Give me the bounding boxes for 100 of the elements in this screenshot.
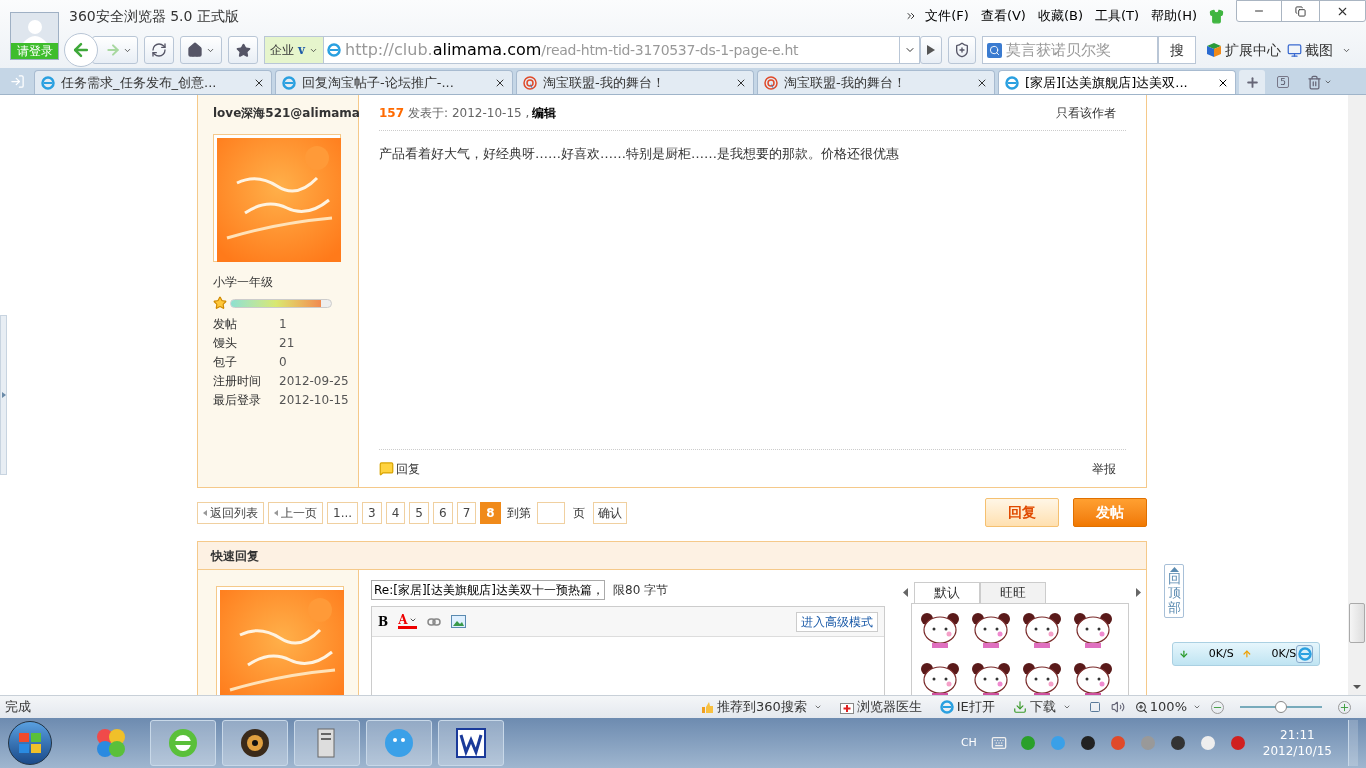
speaker-icon[interactable]	[1110, 700, 1125, 714]
status-button[interactable]: IE打开	[939, 697, 995, 717]
menu-item[interactable]: 收藏(B)	[1037, 6, 1083, 26]
panda-sticker-icon[interactable]	[1071, 610, 1115, 650]
page-button[interactable]: 4	[385, 501, 406, 524]
go-button[interactable]	[920, 36, 942, 64]
status-text: 完成	[5, 698, 31, 717]
new-tab-button[interactable]	[1239, 70, 1265, 94]
panda-sticker-icon[interactable]	[1020, 660, 1064, 695]
shirt-icon[interactable]	[1209, 8, 1224, 24]
image-icon[interactable]	[451, 615, 467, 628]
caret-icon	[1, 392, 6, 398]
emoticon-tab[interactable]: 默认	[914, 582, 980, 604]
reply-link[interactable]: 回复	[396, 459, 420, 478]
page-button[interactable]: 3	[362, 501, 382, 524]
window-icon[interactable]	[1088, 701, 1101, 713]
author-name[interactable]: love深海521@alimama	[213, 104, 358, 122]
back-to-top-button[interactable]: 回顶部	[1164, 564, 1184, 618]
search-icon[interactable]	[987, 42, 1002, 58]
restore-icon	[1295, 5, 1306, 17]
menu-item[interactable]: 查看(V)	[980, 6, 1026, 26]
taskbar-app-button[interactable]	[222, 720, 288, 766]
only-author-link[interactable]: 只看该作者	[1056, 103, 1116, 122]
panda-sticker-icon[interactable]	[969, 610, 1013, 650]
taskbar-app-button[interactable]	[438, 720, 504, 766]
ie-button[interactable]	[1296, 645, 1313, 663]
home-button[interactable]	[180, 36, 222, 64]
left-arrow-icon[interactable]	[903, 588, 908, 597]
target-icon	[764, 75, 778, 90]
status-button[interactable]: 浏览器医生	[839, 697, 922, 717]
cube-icon	[1206, 42, 1222, 58]
menu-item[interactable]: 工具(T)	[1095, 6, 1140, 26]
shield-icon	[954, 42, 970, 58]
favorites-button[interactable]	[228, 36, 258, 64]
panda-sticker-icon[interactable]	[918, 610, 962, 650]
first-aid-icon	[839, 700, 854, 714]
report-link[interactable]: 举报	[1092, 459, 1116, 478]
show-desktop-button[interactable]	[1348, 720, 1358, 766]
page-number-field[interactable]	[536, 501, 565, 524]
zoom-button[interactable]: 100%	[1134, 697, 1201, 717]
forward-button[interactable]	[92, 36, 138, 64]
caret-icon	[1193, 703, 1201, 711]
status-button[interactable]: 下载	[1012, 697, 1071, 717]
panda-sticker-icon[interactable]	[1020, 610, 1064, 650]
emoticon-tab[interactable]: 旺旺	[980, 582, 1046, 604]
screenshot-button[interactable]: 截图	[1287, 39, 1351, 61]
browser-tab[interactable]: 淘宝联盟-我的舞台！	[516, 70, 754, 94]
panda-sticker-icon[interactable]	[918, 660, 962, 695]
menu-item[interactable]: 文件(F)	[925, 6, 969, 26]
tray-icon[interactable]	[1168, 734, 1187, 752]
shield-button[interactable]	[948, 36, 976, 64]
page-button[interactable]: 7	[456, 501, 477, 524]
browser-tab[interactable]: 任务需求_任务发布_创意...	[34, 70, 272, 94]
bold-button[interactable]: B	[378, 612, 389, 631]
browser-tab[interactable]: [家居][达美旗舰店]达美双...	[998, 70, 1236, 94]
caret-down-icon[interactable]	[1353, 685, 1361, 689]
browser-tab[interactable]: 回复淘宝帖子-论坛推广-...	[275, 70, 513, 94]
nav-button[interactable]: 返回列表	[197, 501, 264, 524]
extensions-button[interactable]: 扩展中心	[1206, 39, 1281, 61]
back-button[interactable]	[64, 33, 98, 67]
search-field[interactable]: 莫言获诺贝尔奖	[982, 36, 1158, 64]
browser-tab[interactable]: 淘宝联盟-我的舞台！	[757, 70, 995, 94]
link-icon[interactable]	[427, 617, 442, 626]
speech-bubble-icon	[379, 461, 394, 476]
scrollbar[interactable]	[1348, 95, 1366, 695]
confirm-button[interactable]: 确认	[592, 501, 627, 524]
side-panel-handle[interactable]	[0, 315, 7, 475]
reply-button[interactable]: 回复	[985, 498, 1059, 527]
zoom-slider-thumb[interactable]	[1275, 701, 1287, 713]
panda-sticker-icon[interactable]	[1071, 660, 1115, 695]
advanced-mode-button[interactable]: 进入高级模式	[796, 611, 878, 632]
text-color-button[interactable]: A	[398, 614, 418, 629]
menu-item[interactable]: 帮助(H)	[1151, 6, 1197, 26]
ie-icon	[1297, 647, 1312, 661]
nav-button[interactable]: 上一页	[268, 501, 323, 524]
page-button[interactable]: 1...	[327, 501, 359, 524]
login-label: 请登录	[11, 43, 58, 59]
tab-list-button[interactable]: 5	[1268, 70, 1298, 94]
status-button[interactable]: 推荐到360搜索	[700, 697, 822, 717]
page-button[interactable]: 5	[409, 501, 429, 524]
upload-speed: 0K/S	[1271, 645, 1297, 662]
stat-value: 21	[279, 334, 295, 352]
stat-label: 注册时间	[213, 372, 262, 390]
chat-bubble-icon	[382, 726, 416, 760]
sidebar-toggle-icon[interactable]	[10, 73, 25, 89]
tray-icon[interactable]	[1078, 734, 1097, 752]
refresh-button[interactable]	[144, 36, 174, 64]
keyboard-icon[interactable]	[990, 735, 1007, 751]
start-button[interactable]	[8, 721, 52, 765]
download-icon	[1012, 700, 1027, 714]
page-icon	[1005, 75, 1019, 90]
panda-sticker-icon[interactable]	[969, 660, 1013, 695]
home-icon	[187, 42, 203, 58]
edit-link[interactable]: 编辑	[532, 103, 557, 122]
page-button[interactable]: 6	[433, 501, 453, 524]
right-arrow-icon[interactable]	[1136, 588, 1141, 597]
scrollbar-thumb[interactable]	[1349, 603, 1365, 643]
search-button[interactable]: 搜	[1158, 36, 1196, 64]
subject-field[interactable]: Re:[家居][达美旗舰店]达美双十一预热篇，	[371, 580, 605, 600]
floor-number: 157	[379, 104, 405, 122]
